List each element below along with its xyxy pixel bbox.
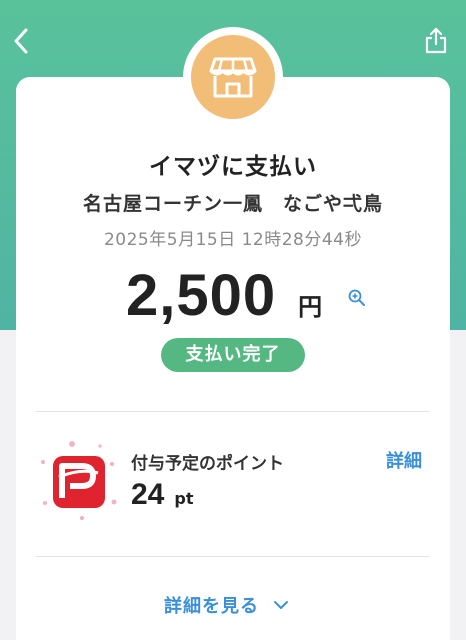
- divider: [36, 411, 430, 412]
- amount-row: 2,500 円: [126, 262, 322, 328]
- see-details-button[interactable]: 詳細を見る: [164, 590, 289, 620]
- payment-datetime: 2025年5月15日 12時28分44秒: [103, 230, 362, 250]
- see-details-label: 詳細を見る: [164, 596, 259, 617]
- zoom-amount-button[interactable]: [347, 288, 367, 308]
- points-unit: pt: [174, 489, 194, 508]
- points-value: 24: [131, 478, 165, 511]
- shop-icon: [209, 57, 257, 98]
- merchant-avatar: [183, 27, 283, 127]
- chevron-down-icon: [274, 601, 288, 609]
- points-detail-link[interactable]: 詳細: [386, 447, 422, 473]
- chevron-left-icon: [14, 28, 28, 54]
- back-button[interactable]: [8, 24, 34, 58]
- status-badge: 支払い完了: [161, 338, 305, 372]
- paypay-logo: [40, 440, 120, 521]
- currency-label: 円: [298, 293, 323, 321]
- divider: [36, 556, 430, 557]
- points-label: 付与予定のポイント: [131, 454, 284, 474]
- zoom-in-icon: [348, 289, 365, 306]
- payment-title: イマヅに支払い: [149, 154, 317, 180]
- merchant-name: 名古屋コーチン一鳳 なごや弌鳥: [82, 193, 383, 215]
- share-icon: [425, 27, 447, 54]
- paypay-logo-icon: [41, 441, 117, 521]
- payment-amount: 2,500: [126, 263, 277, 328]
- share-button[interactable]: [420, 22, 452, 58]
- points-row: 24 pt: [131, 478, 193, 512]
